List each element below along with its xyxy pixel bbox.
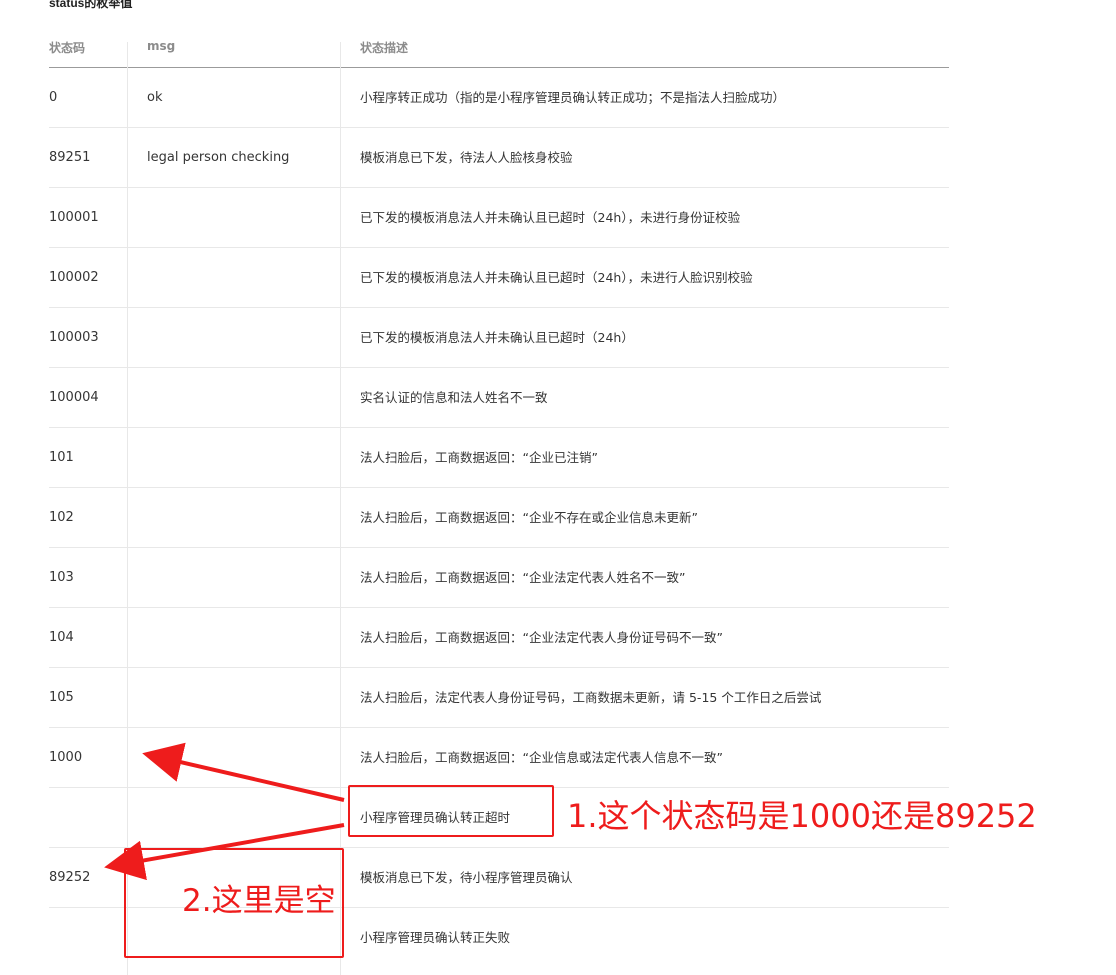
cell-code: 101 bbox=[49, 450, 74, 465]
cell-code: 103 bbox=[49, 570, 74, 585]
cell-code: 100001 bbox=[49, 210, 99, 225]
column-header-desc: 状态描述 bbox=[360, 41, 409, 55]
cell-desc: 法人扫脸后，工商数据返回：“企业信息或法定代表人信息不一致” bbox=[360, 750, 723, 765]
cell-desc: 实名认证的信息和法人姓名不一致 bbox=[360, 390, 548, 405]
cell-code: 104 bbox=[49, 630, 74, 645]
table-row: 100002 已下发的模板消息法人并未确认且已超时（24h），未进行人脸识别校验 bbox=[49, 248, 949, 308]
table-row: 100001 已下发的模板消息法人并未确认且已超时（24h），未进行身份证校验 bbox=[49, 188, 949, 248]
table-row: 89251 legal person checking 模板消息已下发，待法人人脸核… bbox=[49, 128, 949, 188]
cell-desc: 模板消息已下发，待小程序管理员确认 bbox=[360, 870, 573, 885]
table-row: 104 法人扫脸后，工商数据返回：“企业法定代表人身份证号码不一致” bbox=[49, 608, 949, 668]
cell-desc: 模板消息已下发，待法人人脸核身校验 bbox=[360, 150, 573, 165]
table-row: 1000 法人扫脸后，工商数据返回：“企业信息或法定代表人信息不一致” bbox=[49, 728, 949, 788]
cell-desc: 小程序转正成功（指的是小程序管理员确认转正成功；不是指法人扫脸成功） bbox=[360, 90, 786, 105]
annotation-note-1: 1.这个状态码是1000还是89252 bbox=[567, 797, 1037, 835]
cell-code: 102 bbox=[49, 510, 74, 525]
cell-desc: 法人扫脸后，工商数据返回：“企业法定代表人姓名不一致” bbox=[360, 570, 686, 585]
cell-desc: 已下发的模板消息法人并未确认且已超时（24h），未进行人脸识别校验 bbox=[360, 270, 753, 285]
cell-code: 0 bbox=[49, 90, 58, 105]
column-divider bbox=[127, 42, 128, 975]
cell-desc: 已下发的模板消息法人并未确认且已超时（24h） bbox=[360, 330, 634, 345]
cell-desc: 已下发的模板消息法人并未确认且已超时（24h），未进行身份证校验 bbox=[360, 210, 741, 225]
cell-desc: 小程序管理员确认转正失败 bbox=[360, 930, 511, 945]
cell-code: 105 bbox=[49, 690, 74, 705]
column-header-code: 状态码 bbox=[49, 41, 86, 55]
table-row: 100004 实名认证的信息和法人姓名不一致 bbox=[49, 368, 949, 428]
table-row: 101 法人扫脸后，工商数据返回：“企业已注销” bbox=[49, 428, 949, 488]
cell-code: 100003 bbox=[49, 330, 99, 345]
table-header: 状态码 msg 状态描述 bbox=[49, 26, 949, 68]
cell-msg: ok bbox=[147, 90, 163, 105]
table-row: 105 法人扫脸后，法定代表人身份证号码，工商数据未更新，请 5-15 个工作日之… bbox=[49, 668, 949, 728]
annotation-box-timeout bbox=[348, 785, 554, 837]
cell-desc: 法人扫脸后，工商数据返回：“企业法定代表人身份证号码不一致” bbox=[360, 630, 723, 645]
cell-code: 1000 bbox=[49, 750, 83, 765]
table-row: 0 ok 小程序转正成功（指的是小程序管理员确认转正成功；不是指法人扫脸成功） bbox=[49, 68, 949, 128]
cell-code: 89251 bbox=[49, 150, 91, 165]
cell-msg: legal person checking bbox=[147, 150, 290, 165]
cell-code: 100004 bbox=[49, 390, 99, 405]
annotation-note-2: 2.这里是空 bbox=[182, 883, 336, 919]
cell-code: 100002 bbox=[49, 270, 99, 285]
cell-desc: 法人扫脸后，工商数据返回：“企业不存在或企业信息未更新” bbox=[360, 510, 698, 525]
cell-code: 89252 bbox=[49, 870, 91, 885]
column-header-msg: msg bbox=[147, 39, 176, 53]
cell-desc: 法人扫脸后，工商数据返回：“企业已注销” bbox=[360, 450, 598, 465]
section-title: status的枚举值 bbox=[49, 0, 133, 10]
table-row: 100003 已下发的模板消息法人并未确认且已超时（24h） bbox=[49, 308, 949, 368]
table-row: 102 法人扫脸后，工商数据返回：“企业不存在或企业信息未更新” bbox=[49, 488, 949, 548]
table-row: 103 法人扫脸后，工商数据返回：“企业法定代表人姓名不一致” bbox=[49, 548, 949, 608]
cell-desc: 法人扫脸后，法定代表人身份证号码，工商数据未更新，请 5-15 个工作日之后尝试 bbox=[360, 690, 822, 705]
column-divider bbox=[340, 42, 341, 975]
